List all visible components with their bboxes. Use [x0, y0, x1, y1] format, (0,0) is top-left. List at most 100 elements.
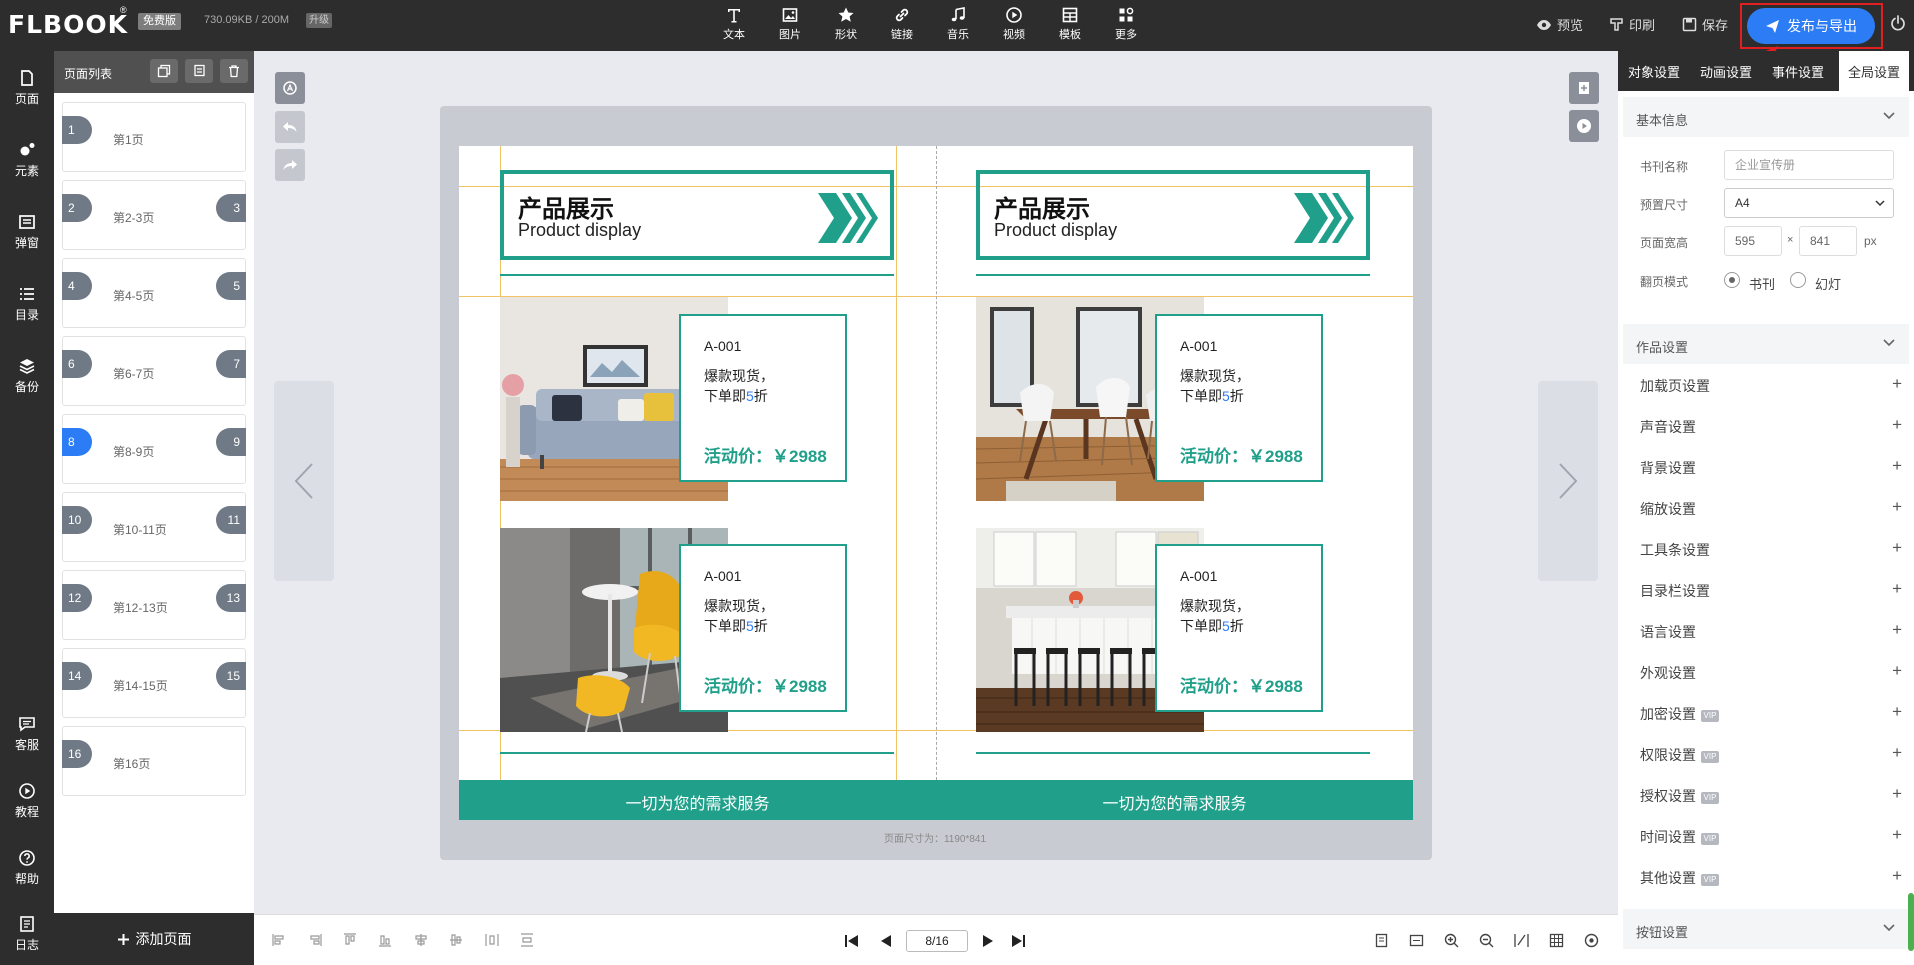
footer-band[interactable]: 一切为您的需求服务 一切为您的需求服务 [459, 780, 1413, 820]
tab-global-settings[interactable]: 全局设置 [1839, 51, 1909, 91]
duplicate-page-button[interactable] [185, 59, 213, 83]
setting-zoom[interactable]: 缩放设置 + [1640, 497, 1902, 519]
page-thumb-2-3[interactable]: 2 第2-3页 3 [62, 180, 246, 250]
setting-toolbar[interactable]: 工具条设置 + [1640, 538, 1902, 560]
work-settings-section-header[interactable]: 作品设置 [1623, 324, 1909, 364]
logout-button[interactable] [1890, 15, 1906, 32]
last-page-icon[interactable] [1010, 933, 1026, 949]
toolbar-video-button[interactable]: 视频 [992, 6, 1036, 42]
toolbar-template-button[interactable]: 模板 [1048, 6, 1092, 42]
copy-page-button[interactable] [150, 59, 178, 83]
basic-info-section-header[interactable]: 基本信息 [1623, 97, 1909, 137]
preview-button[interactable]: 预览 [1536, 15, 1583, 34]
setting-permission[interactable]: 权限设置 VIP + [1640, 743, 1902, 765]
setting-time[interactable]: 时间设置 VIP + [1640, 825, 1902, 847]
preset-size-select[interactable]: A4 [1724, 188, 1894, 218]
align-left-icon[interactable] [272, 933, 286, 947]
nav-page[interactable]: 页面 [0, 69, 54, 107]
setting-authorization[interactable]: 授权设置 VIP + [1640, 784, 1902, 806]
single-page-icon[interactable] [1374, 933, 1389, 948]
nav-backup[interactable]: 备份 [0, 357, 54, 395]
nav-catalog[interactable]: 目录 [0, 285, 54, 323]
tab-event-settings[interactable]: 事件设置 [1762, 51, 1834, 91]
publish-export-button[interactable]: 发布与导出 [1747, 8, 1875, 44]
flip-mode-slide-radio[interactable] [1790, 272, 1806, 288]
setting-other[interactable]: 其他设置 VIP + [1640, 866, 1902, 888]
page-height-input[interactable]: 841 [1799, 226, 1857, 256]
align-top-icon[interactable] [343, 933, 357, 947]
book-name-input[interactable]: 企业宣传册 [1724, 150, 1894, 180]
product-card[interactable]: A-001 爆款现货， 下单即5折 活动价：￥2988 [1155, 314, 1323, 482]
fit-page-icon[interactable] [1409, 933, 1424, 948]
nav-help[interactable]: 帮助 [0, 849, 54, 887]
undo-button[interactable] [275, 111, 305, 143]
setting-encryption[interactable]: 加密设置 VIP + [1640, 702, 1902, 724]
toolbar-link-button[interactable]: 链接 [880, 6, 924, 42]
align-center-h-icon[interactable] [414, 933, 428, 947]
toolbar-shape-button[interactable]: 形状 [824, 6, 868, 42]
setting-loading-page[interactable]: 加载页设置 + [1640, 374, 1902, 396]
setting-sound[interactable]: 声音设置 + [1640, 415, 1902, 437]
prev-page-arrow[interactable] [274, 381, 334, 581]
zoom-out-icon[interactable] [1479, 933, 1494, 948]
grid-icon[interactable] [1549, 933, 1564, 948]
button-settings-section-header[interactable]: 按钮设置 [1623, 909, 1909, 949]
nav-elements[interactable]: 元素 [0, 141, 54, 179]
page-thumb-6-7[interactable]: 6 第6-7页 7 [62, 336, 246, 406]
title-banner-right[interactable]: 产品展示 Product display [976, 170, 1370, 260]
tab-object-settings[interactable]: 对象设置 [1618, 51, 1690, 91]
product-card[interactable]: A-001 爆款现货， 下单即5折 活动价：￥2988 [679, 314, 847, 482]
product-card[interactable]: A-001 爆款现货， 下单即5折 活动价：￥2988 [679, 544, 847, 712]
align-center-v-icon[interactable] [449, 933, 463, 947]
nav-popup[interactable]: 弹窗 [0, 213, 54, 251]
first-page-icon[interactable] [844, 933, 860, 949]
upgrade-badge[interactable]: 升级 [306, 13, 332, 28]
page-thumb-10-11[interactable]: 10 第10-11页 11 [62, 492, 246, 562]
nav-log[interactable]: 日志 [0, 915, 54, 953]
add-page-button[interactable]: 添加页面 [54, 913, 254, 965]
toolbar-image-button[interactable]: 图片 [768, 6, 812, 42]
delete-page-button[interactable] [220, 59, 248, 83]
setting-language[interactable]: 语言设置 + [1640, 620, 1902, 642]
page-thumb-12-13[interactable]: 12 第12-13页 13 [62, 570, 246, 640]
align-right-icon[interactable] [308, 933, 322, 947]
nav-service[interactable]: 客服 [0, 715, 54, 753]
page-spread[interactable]: 产品展示 Product display A-001 爆款现货， 下单即5折 活… [459, 146, 1413, 820]
flip-mode-book-radio[interactable] [1724, 272, 1740, 288]
page-thumb-4-5[interactable]: 4 第4-5页 5 [62, 258, 246, 328]
next-page-arrow[interactable] [1538, 381, 1598, 581]
settings-dial-icon[interactable] [1584, 933, 1599, 948]
page-thumb-8-9[interactable]: 8 第8-9页 9 [62, 414, 246, 484]
page-indicator-input[interactable]: 8/16 [906, 930, 968, 952]
setting-background[interactable]: 背景设置 + [1640, 456, 1902, 478]
align-bottom-icon[interactable] [378, 933, 392, 947]
guides-toggle-icon[interactable] [1514, 933, 1529, 948]
preview-play-button[interactable] [1569, 110, 1599, 142]
distribute-v-icon[interactable] [520, 933, 534, 947]
setting-catalog-bar[interactable]: 目录栏设置 + [1640, 579, 1902, 601]
nav-tutorial[interactable]: 教程 [0, 782, 54, 820]
tab-animation-settings[interactable]: 动画设置 [1690, 51, 1762, 91]
redo-button[interactable] [275, 149, 305, 181]
product-card[interactable]: A-001 爆款现货， 下单即5折 活动价：￥2988 [1155, 544, 1323, 712]
page-thumb-14-15[interactable]: 14 第14-15页 15 [62, 648, 246, 718]
toolbar-music-button[interactable]: 音乐 [936, 6, 980, 42]
app-logo[interactable]: FLBOOK [8, 10, 128, 39]
panel-scrollbar[interactable] [1908, 893, 1914, 951]
toolbar-text-button[interactable]: 文本 [712, 6, 756, 42]
page-width-input[interactable]: 595 [1724, 226, 1782, 256]
next-page-icon[interactable] [980, 933, 996, 949]
zoom-in-icon[interactable] [1444, 933, 1459, 948]
auto-layout-button[interactable] [275, 72, 305, 104]
title-en: Product display [994, 220, 1118, 240]
toolbar-more-button[interactable]: 更多 [1104, 6, 1148, 42]
distribute-h-icon[interactable] [485, 933, 499, 947]
save-button[interactable]: 保存 [1682, 15, 1728, 34]
title-banner-left[interactable]: 产品展示 Product display [500, 170, 894, 260]
prev-page-icon[interactable] [878, 933, 894, 949]
page-thumb-16[interactable]: 16 第16页 [62, 726, 246, 796]
page-thumb-1[interactable]: 1 第1页 [62, 102, 246, 172]
print-button[interactable]: 印刷 [1609, 15, 1655, 34]
setting-appearance[interactable]: 外观设置 + [1640, 661, 1902, 683]
add-page-canvas-button[interactable] [1569, 72, 1599, 104]
